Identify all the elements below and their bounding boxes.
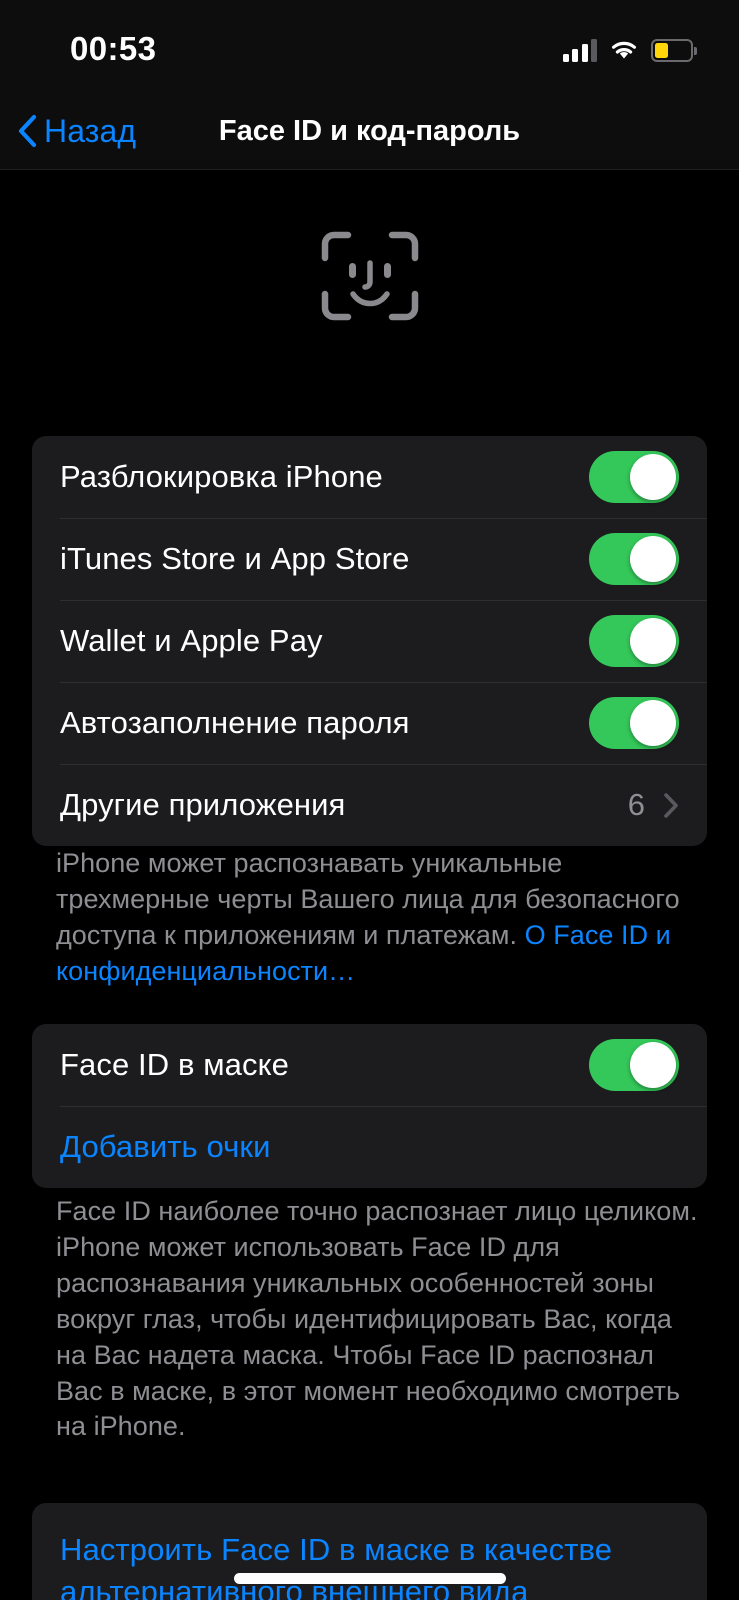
row-password-autofill[interactable]: Автозаполнение пароля [32,682,707,764]
phone-screen: 00:53 Назад Face ID и код-пароль Разблок… [0,0,739,1600]
status-bar: 00:53 [0,0,739,92]
battery-low-icon [651,39,697,62]
settings-group-face-id-with-mask: Face ID в маске Добавить очки [32,1024,707,1188]
row-add-glasses[interactable]: Добавить очки [32,1106,707,1188]
row-label: iTunes Store и App Store [60,541,410,576]
row-other-apps[interactable]: Другие приложения 6 [32,764,707,846]
row-label: Автозаполнение пароля [60,705,410,740]
row-label: Wallet и Apple Pay [60,623,323,658]
footer-face-id-usage: iPhone может распознавать уникальные тре… [56,846,696,990]
row-label: Face ID в маске [60,1047,289,1082]
settings-content: ИСПОЛЬЗОВАНИЕ FACE ID: Разблокировка iPh… [0,170,739,1600]
toggle-unlock-iphone[interactable] [589,451,679,503]
row-face-id-with-mask[interactable]: Face ID в маске [32,1024,707,1106]
status-bar-indicators [562,36,697,62]
row-itunes-app-store[interactable]: iTunes Store и App Store [32,518,707,600]
home-indicator[interactable] [233,1573,506,1584]
navigation-bar: Назад Face ID и код-пароль [0,92,739,170]
toggle-wallet-apple-pay[interactable] [589,615,679,667]
cellular-signal-icon [562,38,597,62]
row-value-other-apps-count: 6 [627,787,645,822]
back-button[interactable]: Назад [16,92,136,170]
back-button-label: Назад [44,112,137,149]
wifi-icon [609,38,639,62]
button-setup-face-id-with-mask-alternate-appearance[interactable]: Настроить Face ID в маске в качестве аль… [32,1503,707,1600]
row-label: Другие приложения [60,787,346,822]
toggle-face-id-with-mask[interactable] [589,1039,679,1091]
row-unlock-iphone[interactable]: Разблокировка iPhone [32,436,707,518]
toggle-password-autofill[interactable] [589,697,679,749]
chevron-left-icon [18,114,37,148]
status-bar-clock: 00:53 [70,30,157,67]
row-label: Разблокировка iPhone [60,459,383,494]
face-id-icon [0,230,739,322]
settings-group-alternate-appearance: Настроить Face ID в маске в качестве аль… [32,1503,707,1600]
toggle-itunes-app-store[interactable] [589,533,679,585]
footer-face-id-with-mask: Face ID наиболее точно распознает лицо ц… [56,1196,698,1442]
chevron-right-icon [664,792,678,818]
row-wallet-apple-pay[interactable]: Wallet и Apple Pay [32,600,707,682]
row-label-add-glasses: Добавить очки [60,1129,271,1164]
settings-group-face-id-usage: Разблокировка iPhone iTunes Store и App … [32,436,707,846]
